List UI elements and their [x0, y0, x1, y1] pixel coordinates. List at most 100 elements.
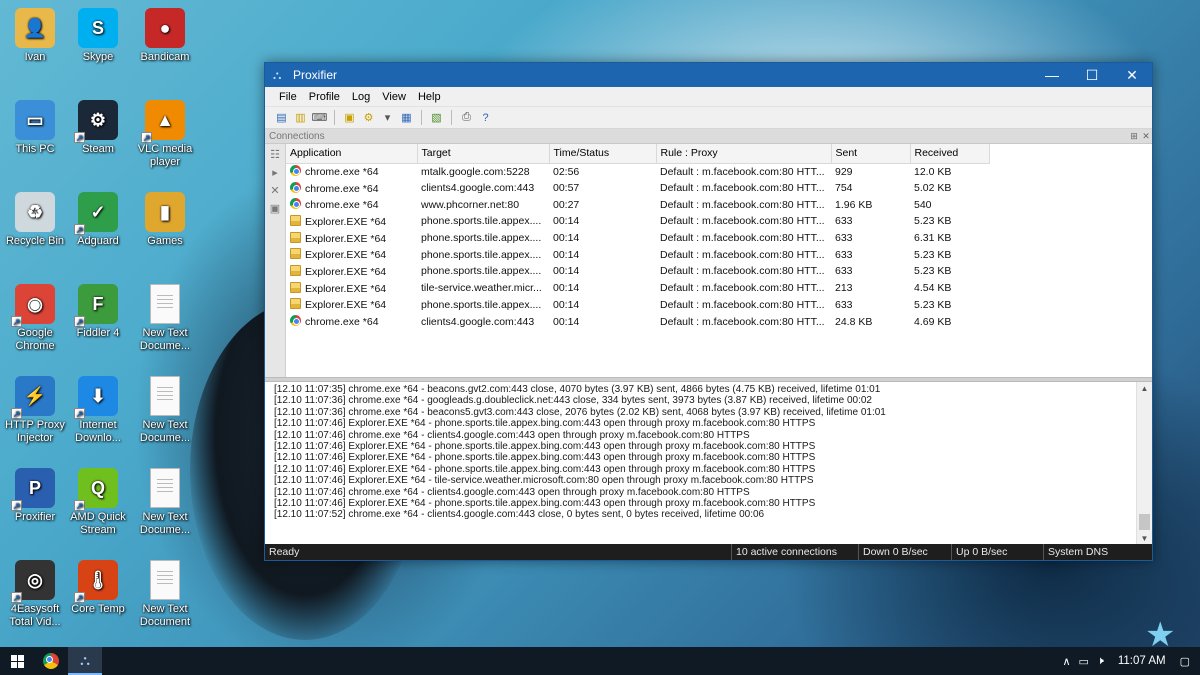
column-header-sent[interactable]: Sent [831, 144, 911, 164]
table-row[interactable]: Explorer.EXE *64 phone.sports.tile.appex.… [286, 213, 989, 230]
desktop-icon[interactable]: ▲ ↗ VLC media player [130, 100, 200, 169]
cell-rule-proxy: Default : m.facebook.com:80 HTT... [660, 165, 825, 178]
desktop-icon[interactable]: ⚙ ↗ Steam [63, 100, 133, 156]
amd-quickstream-icon: Q ↗ [74, 468, 118, 511]
proxification-rules-icon[interactable]: ⚙ [360, 109, 377, 126]
desktop-icon[interactable]: S Skype [63, 8, 133, 64]
desktop-icon[interactable]: ◉ ↗ Google Chrome [0, 284, 70, 353]
column-header-application[interactable]: Application [286, 144, 418, 164]
scroll-thumb[interactable] [1139, 514, 1150, 530]
table-row[interactable]: Explorer.EXE *64 tile-service.weather.mic… [286, 280, 989, 297]
column-header-rule-proxy[interactable]: Rule : Proxy [656, 144, 832, 164]
log-line: [12.10 11:07:46] chrome.exe *64 - client… [274, 486, 750, 498]
new-profile-icon[interactable]: ▤ [273, 109, 290, 126]
cell-time-status: 00:14 [553, 215, 580, 228]
title-bar[interactable]: ⛬ Proxifier — ☐ ✕ [265, 63, 1152, 87]
taskbar-chrome[interactable] [34, 647, 68, 675]
table-row[interactable]: Explorer.EXE *64 phone.sports.tile.appex.… [286, 263, 989, 280]
table-row[interactable]: Explorer.EXE *64 phone.sports.tile.appex.… [286, 230, 989, 247]
explorer-icon [290, 231, 301, 243]
desktop-icon[interactable]: F ↗ Fiddler 4 [63, 284, 133, 340]
connections-table-body: chrome.exe *64 mtalk.google.com:5228 02:56… [286, 163, 989, 330]
desktop-icon[interactable]: New Text Document [130, 560, 200, 629]
desktop-icon[interactable]: P ↗ Proxifier [0, 468, 70, 524]
log-line: [12.10 11:07:36] chrome.exe *64 - google… [274, 395, 872, 407]
name-resolution-icon[interactable]: ▦ [398, 109, 415, 126]
desktop-icon[interactable]: ✓ ↗ Adguard [63, 192, 133, 248]
advanced-icon[interactable]: ▧ [428, 109, 445, 126]
chrome-icon [290, 315, 301, 327]
table-row[interactable]: Explorer.EXE *64 phone.sports.tile.appex.… [286, 246, 989, 263]
close-button[interactable]: ✕ [1112, 63, 1152, 87]
close-connection-icon[interactable]: ✕ [270, 184, 279, 197]
help-icon[interactable]: ? [477, 109, 494, 126]
desktop-icon[interactable]: New Text Docume... [130, 284, 200, 353]
cell-sent: 633 [835, 248, 853, 261]
desktop-icon[interactable]: New Text Docume... [130, 376, 200, 445]
column-header-target[interactable]: Target [417, 144, 550, 164]
log-text[interactable]: [12.10 11:07:35] chrome.exe *64 - beacon… [265, 382, 1136, 546]
menu-log[interactable]: Log [346, 91, 376, 103]
cell-application: chrome.exe *64 [286, 196, 417, 213]
bandicam-icon: ● [145, 8, 185, 48]
desktop-icon-label: Internet Downlo... [75, 419, 121, 444]
network-icon[interactable]: ▭ [1079, 655, 1089, 668]
desktop-icon[interactable]: Q ↗ AMD Quick Stream [63, 468, 133, 537]
desktop-icon-label: Bandicam [140, 51, 190, 63]
proxifier-window: ⛬ Proxifier — ☐ ✕ File Profile Log View … [264, 62, 1153, 561]
log-scrollbar[interactable]: ▲ ▼ [1136, 382, 1152, 546]
desktop-icon[interactable]: ⚡ ↗ HTTP Proxy Injector [0, 376, 70, 445]
cell-received: 540 [914, 198, 932, 211]
proxy-servers-icon[interactable]: ▣ [341, 109, 358, 126]
open-profile-icon[interactable]: ▥ [292, 109, 309, 126]
table-row[interactable]: chrome.exe *64 clients4.google.com:443 00:… [286, 313, 989, 330]
table-row[interactable]: chrome.exe *64 www.phcorner.net:80 00:27 De… [286, 196, 989, 213]
cell-application: Explorer.EXE *64 [286, 246, 417, 263]
action-center-icon[interactable]: ▢ [1180, 655, 1190, 668]
menu-view[interactable]: View [376, 91, 412, 103]
column-header-time-status[interactable]: Time/Status [549, 144, 657, 164]
pane-close-icon[interactable]: ✕ [1140, 131, 1152, 142]
list-view-icon[interactable]: ☷ [270, 148, 280, 161]
cell-time-status: 00:57 [553, 182, 580, 195]
table-row[interactable]: Explorer.EXE *64 phone.sports.tile.appex.… [286, 297, 989, 314]
cell-received: 5.23 KB [914, 215, 952, 228]
volume-icon[interactable]: 🕨 [1097, 655, 1104, 668]
pin-icon[interactable]: ⊞ [1128, 131, 1140, 142]
minimize-button[interactable]: — [1032, 63, 1072, 87]
desktop-icon[interactable]: 🌡 ↗ Core Temp [63, 560, 133, 616]
menu-help[interactable]: Help [412, 91, 447, 103]
desktop-icon[interactable]: ♻ Recycle Bin [0, 192, 70, 248]
application-name: chrome.exe *64 [305, 199, 379, 212]
taskbar-proxifier[interactable]: ⛬ [68, 647, 102, 675]
desktop-icon[interactable]: ▭ This PC [0, 100, 70, 156]
cell-application: chrome.exe *64 [286, 163, 417, 180]
connection-details-icon[interactable]: ▣ [270, 202, 280, 215]
menu-profile[interactable]: Profile [303, 91, 346, 103]
desktop-icon[interactable]: ⬇ ↗ Internet Downlo... [63, 376, 133, 445]
desktop-icon[interactable]: ▮ Games [130, 192, 200, 248]
desktop-icon[interactable]: ● Bandicam [130, 8, 200, 64]
start-button[interactable] [0, 647, 34, 675]
desktop-icon[interactable]: ◎ ↗ 4Easysoft Total Vid... [0, 560, 70, 629]
clock[interactable]: 11:07 AM [1112, 655, 1172, 667]
table-row[interactable]: chrome.exe *64 mtalk.google.com:5228 02:56… [286, 163, 989, 180]
column-header-received[interactable]: Received [910, 144, 990, 164]
dropdown-arrow-icon[interactable]: ▾ [379, 109, 396, 126]
cell-rule-proxy: Default : m.facebook.com:80 HTT... [660, 232, 825, 245]
table-row[interactable]: chrome.exe *64 clients4.google.com:443 00:… [286, 180, 989, 197]
save-profile-icon[interactable]: ⌨ [311, 109, 328, 126]
desktop-icon-label: Adguard [77, 235, 119, 247]
explorer-icon [290, 298, 301, 310]
scroll-up-icon[interactable]: ▲ [1137, 382, 1152, 396]
maximize-button[interactable]: ☐ [1072, 63, 1112, 87]
expand-arrow-icon[interactable]: ▸ [272, 166, 278, 179]
menu-file[interactable]: File [273, 91, 303, 103]
desktop-icon[interactable]: 👤 Ivan [0, 8, 70, 64]
print-icon[interactable]: ⎙ [458, 109, 475, 126]
desktop-icon-label: AMD Quick Stream [70, 511, 126, 536]
desktop-icon-label: Fiddler 4 [76, 327, 120, 339]
cell-time-status: 00:27 [553, 198, 580, 211]
tray-chevron-icon[interactable]: ∧ [1062, 655, 1070, 668]
desktop-icon[interactable]: New Text Docume... [130, 468, 200, 537]
